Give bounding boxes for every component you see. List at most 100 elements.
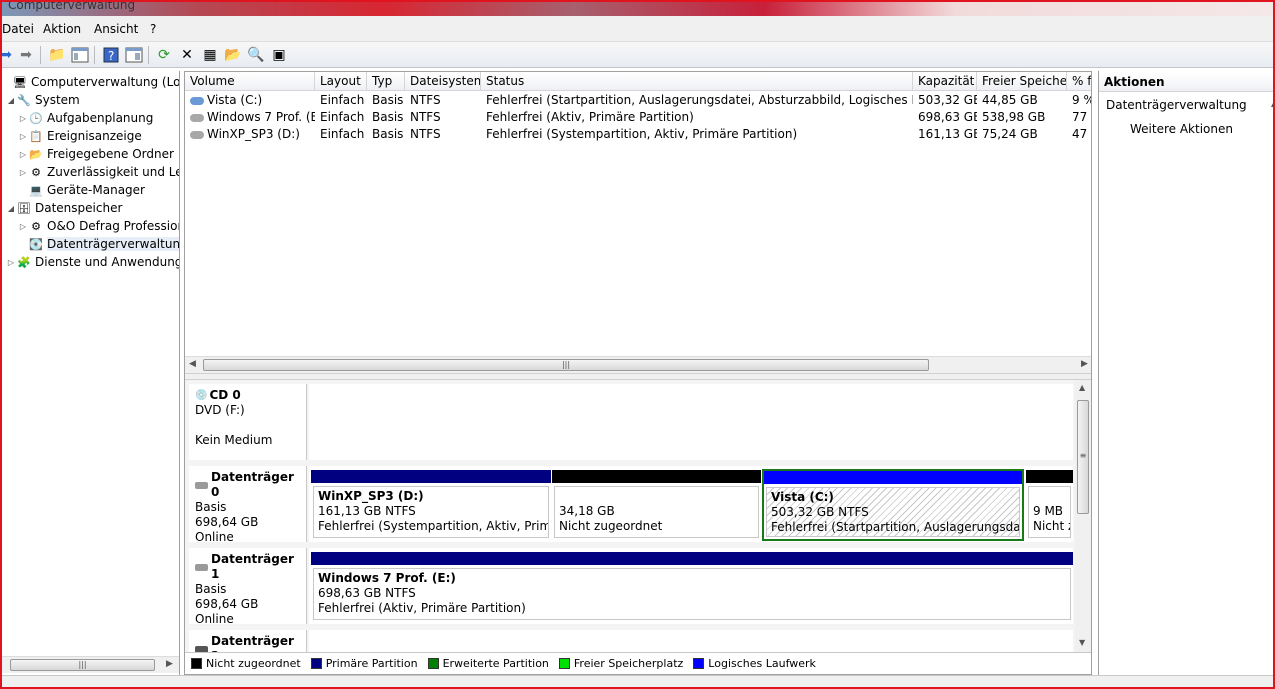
cell-text: 44,85 GB (982, 93, 1038, 107)
cell-cap: 161,13 GB (913, 126, 977, 143)
cell-fs: NTFS (405, 126, 481, 143)
search-icon[interactable]: 🔍 (246, 45, 266, 65)
partition-size: 9 MB (1033, 504, 1064, 518)
partition-unallocated[interactable]: 34,18 GB Nicht zugeordnet (552, 470, 761, 540)
disk-0-info[interactable]: Datenträger 0 Basis 698,64 GB Online (189, 466, 307, 544)
menu-datei[interactable]: Datei (2, 22, 34, 36)
col-freier-speicher[interactable]: Freier Speicher (977, 72, 1067, 91)
volume-row[interactable]: WinXP_SP3 (D:) Einfach Basis NTFS Fehlerfrei… (185, 126, 1091, 143)
partition-winxp[interactable]: WinXP_SP3 (D:) 161,13 GB NTFS Fehlerfrei (… (311, 470, 551, 540)
col-dateisystem[interactable]: Dateisystem (405, 72, 481, 91)
device-manager-icon: 💻 (29, 183, 43, 197)
toolbar-separator (148, 46, 149, 64)
cell-text: WinXP_SP3 (D:) (207, 127, 300, 141)
col-status[interactable]: Status (481, 72, 913, 91)
cell-typ: Basis (367, 109, 405, 126)
console-tree-icon[interactable] (70, 45, 90, 65)
more-actions-link[interactable]: Weitere Aktionen (1130, 122, 1233, 136)
expander-icon[interactable]: ▷ (6, 258, 16, 267)
delete-icon[interactable]: ✕ (177, 45, 197, 65)
properties-icon[interactable]: ▦ (200, 45, 220, 65)
tree-item[interactable]: ▷ 📂 Freigegebene Ordner (18, 145, 174, 163)
legend-label: Logisches Laufwerk (708, 657, 816, 670)
scroll-left-arrow[interactable]: ◀ (189, 359, 196, 369)
cell-layout: Einfach (315, 92, 367, 109)
tree-item[interactable]: ▷ 📋 Ereignisanzeige (18, 127, 142, 145)
scroll-up-arrow[interactable]: ▲ (1079, 383, 1085, 392)
tree-item-label: Geräte-Manager (47, 183, 145, 197)
drive-icon (190, 96, 204, 105)
col-volume[interactable]: Volume (185, 72, 315, 91)
toolbar: ➡ ➡ 📁 ? ⟳ ✕ ▦ 📂 🔍 ▣ (2, 42, 1273, 68)
tree-item[interactable]: ◢ 🗄 Datenspeicher (6, 199, 122, 217)
collapse-icon[interactable]: ▲ (1271, 99, 1273, 108)
legend-item: Freier Speicherplatz (558, 657, 684, 670)
scroll-thumb[interactable]: ||| (10, 659, 155, 671)
col-typ[interactable]: Typ (367, 72, 405, 91)
tree-item[interactable]: 💻 Geräte-Manager (18, 181, 145, 199)
cell-free: 75,24 GB (977, 126, 1067, 143)
open-icon[interactable]: 📂 (223, 45, 243, 65)
menu-aktion[interactable]: Aktion (43, 22, 81, 36)
panel-icon[interactable] (124, 45, 144, 65)
partition-vista[interactable]: Vista (C:) 503,32 GB NTFS Fehlerfrei (Star… (762, 469, 1024, 541)
toolbar-separator (40, 46, 41, 64)
partition-win7[interactable]: Windows 7 Prof. (E:) 698,63 GB NTFS Fehler… (311, 552, 1073, 622)
expander-icon[interactable]: ▷ (18, 114, 28, 123)
disk-vertical-scrollbar[interactable]: ▲ ≡ ▼ (1075, 380, 1091, 652)
cell-pct: 47 % (1067, 126, 1091, 143)
cell-pct: 9 % (1067, 92, 1091, 109)
disk-1-info[interactable]: Datenträger 1 Basis 698,64 GB Online (189, 548, 307, 626)
partition-name: WinXP_SP3 (D:) (318, 489, 424, 503)
refresh-icon[interactable]: ⟳ (154, 45, 174, 65)
tree-horizontal-scrollbar[interactable]: ||| ▶ (2, 656, 179, 673)
volume-row[interactable]: Windows 7 Prof. (E:) Einfach Basis NTFS Fehl… (185, 109, 1091, 126)
volume-row[interactable]: Vista (C:) Einfach Basis NTFS Fehlerfrei (St… (185, 92, 1091, 109)
drive-icon (190, 113, 204, 122)
menu-bar: Datei Aktion Ansicht ? (2, 16, 1273, 42)
disk-2-info[interactable]: Datenträger 2 (189, 630, 307, 652)
cell-text: Basis (372, 110, 404, 124)
expander-icon[interactable]: ◢ (6, 204, 16, 213)
cell-text: Fehlerfrei (Systempartition, Aktiv, Prim… (486, 127, 798, 141)
list-horizontal-scrollbar[interactable]: ◀ ||| ▶ (185, 356, 1091, 373)
col-layout[interactable]: Layout (315, 72, 367, 91)
disk-type: DVD (F:) (195, 403, 245, 417)
scroll-down-arrow[interactable]: ▼ (1079, 638, 1085, 647)
tree-item[interactable]: 💽 Datenträgerverwaltung (18, 235, 179, 253)
partition-size: 503,32 GB NTFS (771, 505, 869, 519)
tree-item[interactable]: ◢ 🔧 System (6, 91, 80, 109)
tree-item[interactable]: ▷ 🕒 Aufgabenplanung (18, 109, 153, 127)
scroll-right-arrow[interactable]: ▶ (1081, 359, 1088, 369)
forward-icon[interactable]: ➡ (16, 45, 36, 65)
tree-item[interactable]: ▷ ⚙ Zuverlässigkeit und Leis (18, 163, 179, 181)
col-kapazitaet[interactable]: Kapazität (913, 72, 977, 91)
scroll-right-arrow[interactable]: ▶ (166, 659, 173, 669)
expander-icon[interactable]: ▷ (18, 222, 28, 231)
help-icon[interactable]: ? (101, 45, 121, 65)
menu-ansicht[interactable]: Ansicht (94, 22, 138, 36)
partition-unallocated-small[interactable]: 9 MB Nicht z (1026, 470, 1073, 540)
tree-item[interactable]: ▷ ⚙ O&O Defrag Profession (18, 217, 179, 235)
tree-item-label: Datenträgerverwaltung (47, 237, 179, 251)
expander-icon[interactable]: ◢ (6, 96, 16, 105)
menu-help[interactable]: ? (150, 22, 156, 36)
scroll-thumb[interactable]: ||| (203, 359, 929, 371)
scroll-thumb[interactable]: ≡ (1077, 400, 1089, 514)
drive-icon (190, 130, 204, 139)
back-icon[interactable]: ➡ (2, 45, 16, 65)
pane-splitter[interactable] (185, 373, 1091, 380)
col-prozent-frei[interactable]: % fr (1067, 72, 1091, 91)
tree-item[interactable]: 🖥 Computerverwaltung (Lokal) (2, 73, 179, 91)
legend-label: Freier Speicherplatz (573, 657, 684, 670)
wizard-icon[interactable]: ▣ (269, 45, 289, 65)
up-icon[interactable]: 📁 (47, 45, 67, 65)
expander-icon[interactable]: ▷ (18, 168, 28, 177)
expander-icon[interactable]: ▷ (18, 132, 28, 141)
cell-fs: NTFS (405, 109, 481, 126)
actions-section[interactable]: Datenträgerverwaltung (1106, 98, 1247, 112)
cell-text: NTFS (410, 127, 441, 141)
tree-item[interactable]: ▷🧩 Dienste und Anwendungen (6, 253, 179, 271)
expander-icon[interactable]: ▷ (18, 150, 28, 159)
disk-cd0-info[interactable]: 💿 CD 0 DVD (F:) Kein Medium (189, 384, 307, 460)
